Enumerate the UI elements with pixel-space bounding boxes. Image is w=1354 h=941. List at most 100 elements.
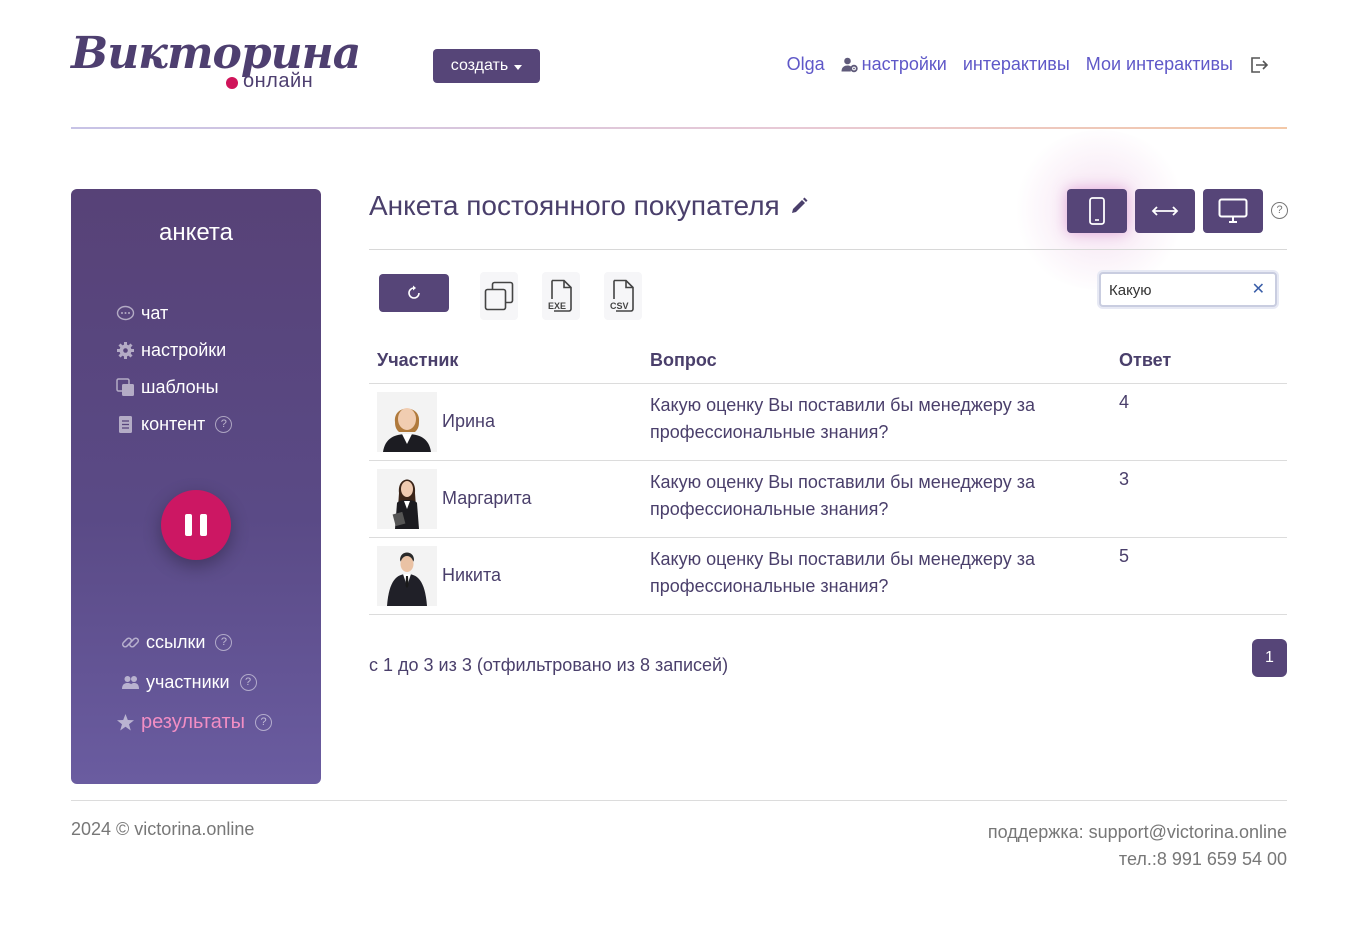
nav-settings-label: настройки xyxy=(861,54,947,74)
sidebar-title: анкета xyxy=(159,219,233,246)
table-row[interactable]: Никита Какую оценку Вы поставили бы мене… xyxy=(369,537,1287,615)
nav-settings[interactable]: настройки xyxy=(841,54,947,75)
export-csv-button[interactable]: CSV xyxy=(604,272,642,320)
clear-icon[interactable]: ✕ xyxy=(1252,282,1265,298)
pencil-icon[interactable] xyxy=(790,197,808,215)
page-title-text: Анкета постоянного покупателя xyxy=(369,190,780,221)
answer-cell: 3 xyxy=(1111,460,1287,538)
sidebar-item-templates[interactable]: шаблоны xyxy=(116,369,232,406)
help-icon[interactable]: ? xyxy=(215,416,233,433)
table-header-row: Участник Вопрос Ответ xyxy=(369,338,1287,384)
mobile-icon xyxy=(1089,197,1105,225)
sidebar-item-label: участники xyxy=(146,671,230,692)
header-divider xyxy=(71,127,1287,129)
answer-cell: 4 xyxy=(1111,383,1287,461)
footer-divider xyxy=(71,800,1287,801)
column-header-question[interactable]: Вопрос xyxy=(642,338,1111,384)
participant-cell: Маргарита xyxy=(369,460,642,538)
participant-name: Никита xyxy=(442,565,502,585)
sidebar-item-label: результаты xyxy=(141,710,245,733)
avatar-woman-icon xyxy=(377,391,437,452)
answer-cell: 5 xyxy=(1111,537,1287,615)
participant-name: Маргарита xyxy=(442,488,532,508)
create-button[interactable]: создать xyxy=(433,49,540,83)
column-header-answer[interactable]: Ответ xyxy=(1111,338,1287,384)
results-table: Участник Вопрос Ответ Ирина Какую оценку… xyxy=(369,338,1287,615)
view-desktop-button[interactable] xyxy=(1203,189,1263,233)
top-nav: Olga настройки интерактивы Мои интеракти… xyxy=(787,54,1269,75)
logout-icon[interactable] xyxy=(1249,55,1269,75)
title-divider xyxy=(369,249,1287,250)
participant-name: Ирина xyxy=(442,411,495,431)
sidebar-item-content[interactable]: контент ? xyxy=(116,406,233,443)
nav-interactives[interactable]: интерактивы xyxy=(963,54,1070,75)
avatar-man-icon xyxy=(377,545,437,606)
csv-label: CSV xyxy=(610,301,629,311)
logo-subtitle: онлайн xyxy=(243,70,314,92)
exe-file-icon: EXE xyxy=(548,279,572,312)
pause-icon xyxy=(200,514,207,536)
gear-icon xyxy=(117,342,134,359)
link-icon xyxy=(121,636,140,648)
nav-user[interactable]: Olga xyxy=(787,54,825,75)
sidebar: анкета чат настройки шаблоны контент ? с… xyxy=(71,189,321,784)
sidebar-item-chat[interactable]: чат xyxy=(116,295,232,332)
logo-title: Викторина xyxy=(71,28,361,79)
sidebar-bottom-menu: ссылки ? участники ? результаты ? xyxy=(116,622,272,742)
page-title: Анкета постоянного покупателя xyxy=(369,190,808,222)
question-cell: Какую оценку Вы поставили бы менеджеру з… xyxy=(642,460,1111,538)
monitor-icon xyxy=(1218,198,1248,223)
question-cell: Какую оценку Вы поставили бы менеджеру з… xyxy=(642,383,1111,461)
participant-cell: Ирина xyxy=(369,383,642,461)
footer-copyright: 2024 © victorina.online xyxy=(71,819,255,839)
avatar xyxy=(377,545,437,606)
search-box: ✕ xyxy=(1099,272,1277,307)
avatar xyxy=(377,391,437,452)
pause-icon xyxy=(185,514,192,536)
help-icon[interactable]: ? xyxy=(239,673,257,691)
sidebar-menu: чат настройки шаблоны контент ? xyxy=(116,295,233,443)
refresh-icon xyxy=(408,285,420,299)
help-icon[interactable]: ? xyxy=(1271,202,1288,219)
star-icon xyxy=(117,713,134,730)
logo-dot xyxy=(226,77,238,89)
support-email[interactable]: поддержка: support@victorina.online xyxy=(988,819,1287,846)
sidebar-item-settings[interactable]: настройки xyxy=(116,332,232,369)
search-input[interactable] xyxy=(1109,280,1249,300)
logo[interactable]: Викторина онлайн xyxy=(71,28,361,100)
sidebar-item-participants[interactable]: участники ? xyxy=(116,662,272,702)
caret-down-icon xyxy=(514,64,523,70)
sidebar-item-links[interactable]: ссылки ? xyxy=(116,622,272,662)
page-button[interactable]: 1 xyxy=(1252,639,1287,677)
copy-icon xyxy=(484,281,514,311)
exe-label: EXE xyxy=(548,301,566,311)
question-cell: Какую оценку Вы поставили бы менеджеру з… xyxy=(642,537,1111,615)
table-row[interactable]: Ирина Какую оценку Вы поставили бы менед… xyxy=(369,383,1287,461)
pagination-info: с 1 до 3 из 3 (отфильтровано из 8 записе… xyxy=(369,655,729,675)
help-icon[interactable]: ? xyxy=(215,633,233,651)
participant-cell: Никита xyxy=(369,537,642,615)
export-exe-button[interactable]: EXE xyxy=(542,272,580,320)
chat-icon xyxy=(116,305,135,321)
sidebar-item-label: настройки xyxy=(141,340,227,360)
sidebar-item-label: контент xyxy=(141,414,206,434)
pause-button[interactable] xyxy=(161,490,231,560)
footer-contacts: поддержка: support@victorina.online тел.… xyxy=(988,819,1287,873)
copy-button[interactable] xyxy=(480,272,518,320)
help-icon[interactable]: ? xyxy=(255,713,272,731)
users-icon xyxy=(122,675,139,689)
csv-file-icon: CSV xyxy=(610,279,634,312)
column-header-participant[interactable]: Участник xyxy=(369,338,642,384)
support-phone[interactable]: тел.:8 991 659 54 00 xyxy=(988,846,1287,873)
create-button-label: создать xyxy=(450,57,509,74)
arrows-horizontal-icon xyxy=(1151,206,1179,216)
view-mobile-button[interactable] xyxy=(1067,189,1127,233)
avatar xyxy=(377,468,437,529)
table-row[interactable]: Маргарита Какую оценку Вы поставили бы м… xyxy=(369,460,1287,538)
refresh-button[interactable] xyxy=(379,274,449,312)
nav-my-interactives[interactable]: Мои интерактивы xyxy=(1086,54,1233,75)
view-fullwidth-button[interactable] xyxy=(1135,189,1195,233)
user-gear-icon xyxy=(841,57,858,73)
sidebar-item-results[interactable]: результаты ? xyxy=(116,702,272,742)
document-icon xyxy=(119,416,132,433)
